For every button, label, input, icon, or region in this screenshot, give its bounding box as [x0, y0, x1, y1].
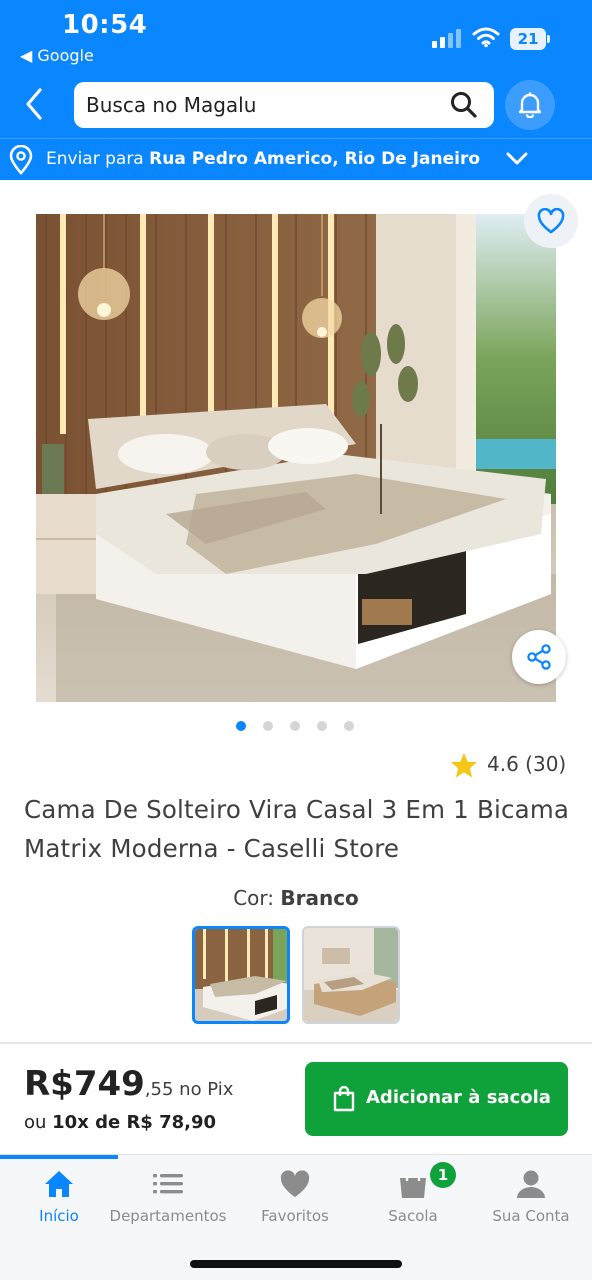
carousel-dot[interactable] [263, 721, 273, 731]
carousel-indicator [236, 721, 366, 733]
tab-label: Sacola [388, 1207, 438, 1225]
bag-icon [400, 1169, 426, 1198]
tab-departamentos[interactable]: Departamentos [109, 1165, 227, 1235]
star-icon [451, 753, 477, 778]
price: R$749,55 no Pix [24, 1064, 233, 1104]
share-button[interactable] [512, 630, 566, 684]
carousel-dot[interactable] [317, 721, 327, 731]
delivery-address-bar[interactable]: Enviar para Rua Pedro Americo, Rio De Ja… [0, 138, 592, 180]
location-pin-icon [9, 145, 33, 175]
status-time: 10:54 [62, 10, 148, 40]
bell-icon [518, 92, 542, 118]
installments-prefix: ou [24, 1112, 53, 1133]
search-placeholder: Busca no Magalu [86, 93, 257, 117]
color-label: Cor: Branco [0, 886, 592, 910]
tab-label: Favoritos [261, 1207, 329, 1225]
color-value: Branco [280, 886, 359, 910]
installments-value: 10x de R$ 78,90 [52, 1112, 217, 1133]
search-icon[interactable] [450, 91, 478, 119]
carousel-dot[interactable] [290, 721, 300, 731]
home-indicator[interactable] [190, 1260, 402, 1268]
shopping-bag-icon [333, 1086, 355, 1112]
chevron-down-icon[interactable] [506, 151, 528, 167]
tab-label: Departamentos [109, 1207, 227, 1225]
delivery-prefix: Enviar para [46, 149, 150, 169]
notifications-button[interactable] [505, 80, 555, 130]
home-icon [45, 1171, 73, 1197]
add-to-bag-button[interactable]: Adicionar à sacola [305, 1062, 568, 1136]
heart-icon [280, 1170, 310, 1197]
tab-label: Sua Conta [492, 1207, 570, 1225]
tab-favoritos[interactable]: Favoritos [236, 1165, 354, 1235]
battery-level: 21 [510, 28, 546, 50]
battery-icon: 21 [510, 28, 550, 50]
product-image[interactable] [36, 214, 556, 702]
list-icon [153, 1174, 183, 1194]
app-header: 10:54 ◀ Google 21 Busca no Magalu [0, 0, 592, 138]
favorite-button[interactable] [524, 194, 578, 248]
wifi-icon [472, 27, 500, 48]
product-title: Cama De Solteiro Vira Casal 3 Em 1 Bicam… [24, 795, 570, 863]
color-swatch-branco[interactable] [192, 926, 290, 1024]
installments: ou 10x de R$ 78,90 [24, 1112, 216, 1133]
active-tab-indicator [0, 1155, 118, 1159]
share-icon [527, 644, 551, 670]
cellular-signal-icon [432, 29, 461, 48]
color-prefix: Cor: [233, 886, 281, 910]
carousel-dot[interactable] [236, 721, 246, 731]
delivery-address-text: Enviar para Rua Pedro Americo, Rio De Ja… [46, 149, 480, 169]
rating-value: 4.6 (30) [487, 752, 567, 776]
tab-sua-conta[interactable]: Sua Conta [472, 1165, 590, 1235]
delivery-location: Rua Pedro Americo, Rio De Janeiro [149, 149, 481, 169]
search-input[interactable]: Busca no Magalu [74, 82, 494, 128]
back-to-app-link[interactable]: ◀ Google [20, 46, 94, 65]
carousel-dot[interactable] [344, 721, 354, 731]
divider [0, 1042, 592, 1044]
price-main: R$749 [24, 1064, 145, 1104]
tab-inicio[interactable]: Início [0, 1165, 118, 1235]
color-swatch-alternate[interactable] [302, 926, 400, 1024]
cart-count-badge: 1 [430, 1162, 456, 1188]
price-cents: ,55 no Pix [144, 1079, 234, 1100]
heart-outline-icon [537, 208, 565, 234]
add-to-bag-label: Adicionar à sacola [366, 1087, 551, 1108]
user-icon [517, 1170, 545, 1198]
back-arrow-icon[interactable] [20, 84, 52, 124]
tab-label: Início [39, 1207, 79, 1225]
